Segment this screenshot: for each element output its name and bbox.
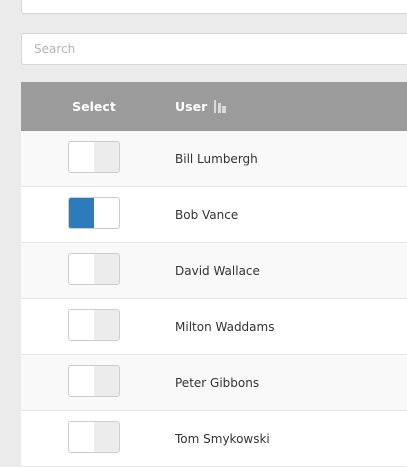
toggle-left-segment [69, 198, 94, 228]
user-name: Tom Smykowski [175, 432, 270, 446]
user-name: David Wallace [175, 264, 260, 278]
column-header-user-label: User [175, 99, 208, 114]
select-toggle[interactable] [68, 253, 120, 285]
table-row: Milton Waddams [21, 299, 407, 355]
select-toggle[interactable] [68, 365, 120, 397]
table-row: Bob Vance [21, 187, 407, 243]
select-toggle[interactable] [68, 421, 120, 453]
toggle-right-segment [94, 254, 119, 284]
select-toggle[interactable] [68, 309, 120, 341]
user-name: Bob Vance [175, 208, 239, 222]
toggle-left-segment [69, 254, 94, 284]
user-name: Bill Lumbergh [175, 152, 258, 166]
column-header-select: Select [72, 99, 116, 114]
user-table: Select User Bill Lumbergh Bob Vance David … [21, 82, 407, 467]
table-row: David Wallace [21, 243, 407, 299]
sort-ascending-icon[interactable] [213, 100, 227, 113]
table-body: Bill Lumbergh Bob Vance David Wallace Milto… [21, 131, 407, 467]
select-toggle[interactable] [68, 141, 120, 173]
toggle-left-segment [69, 142, 94, 172]
table-row: Peter Gibbons [21, 355, 407, 411]
toggle-right-segment [94, 198, 119, 228]
top-input-box[interactable] [21, 0, 407, 14]
column-header-user[interactable]: User [175, 82, 227, 131]
toggle-left-segment [69, 366, 94, 396]
toggle-right-segment [94, 366, 119, 396]
user-name: Peter Gibbons [175, 376, 260, 390]
search-input[interactable] [21, 33, 407, 65]
toggle-right-segment [94, 310, 119, 340]
table-row: Tom Smykowski [21, 411, 407, 467]
user-name: Milton Waddams [175, 320, 275, 334]
select-toggle[interactable] [68, 197, 120, 229]
toggle-right-segment [94, 142, 119, 172]
toggle-left-segment [69, 422, 94, 452]
toggle-left-segment [69, 310, 94, 340]
toggle-right-segment [94, 422, 119, 452]
table-header: Select User [21, 82, 407, 131]
table-row: Bill Lumbergh [21, 131, 407, 187]
